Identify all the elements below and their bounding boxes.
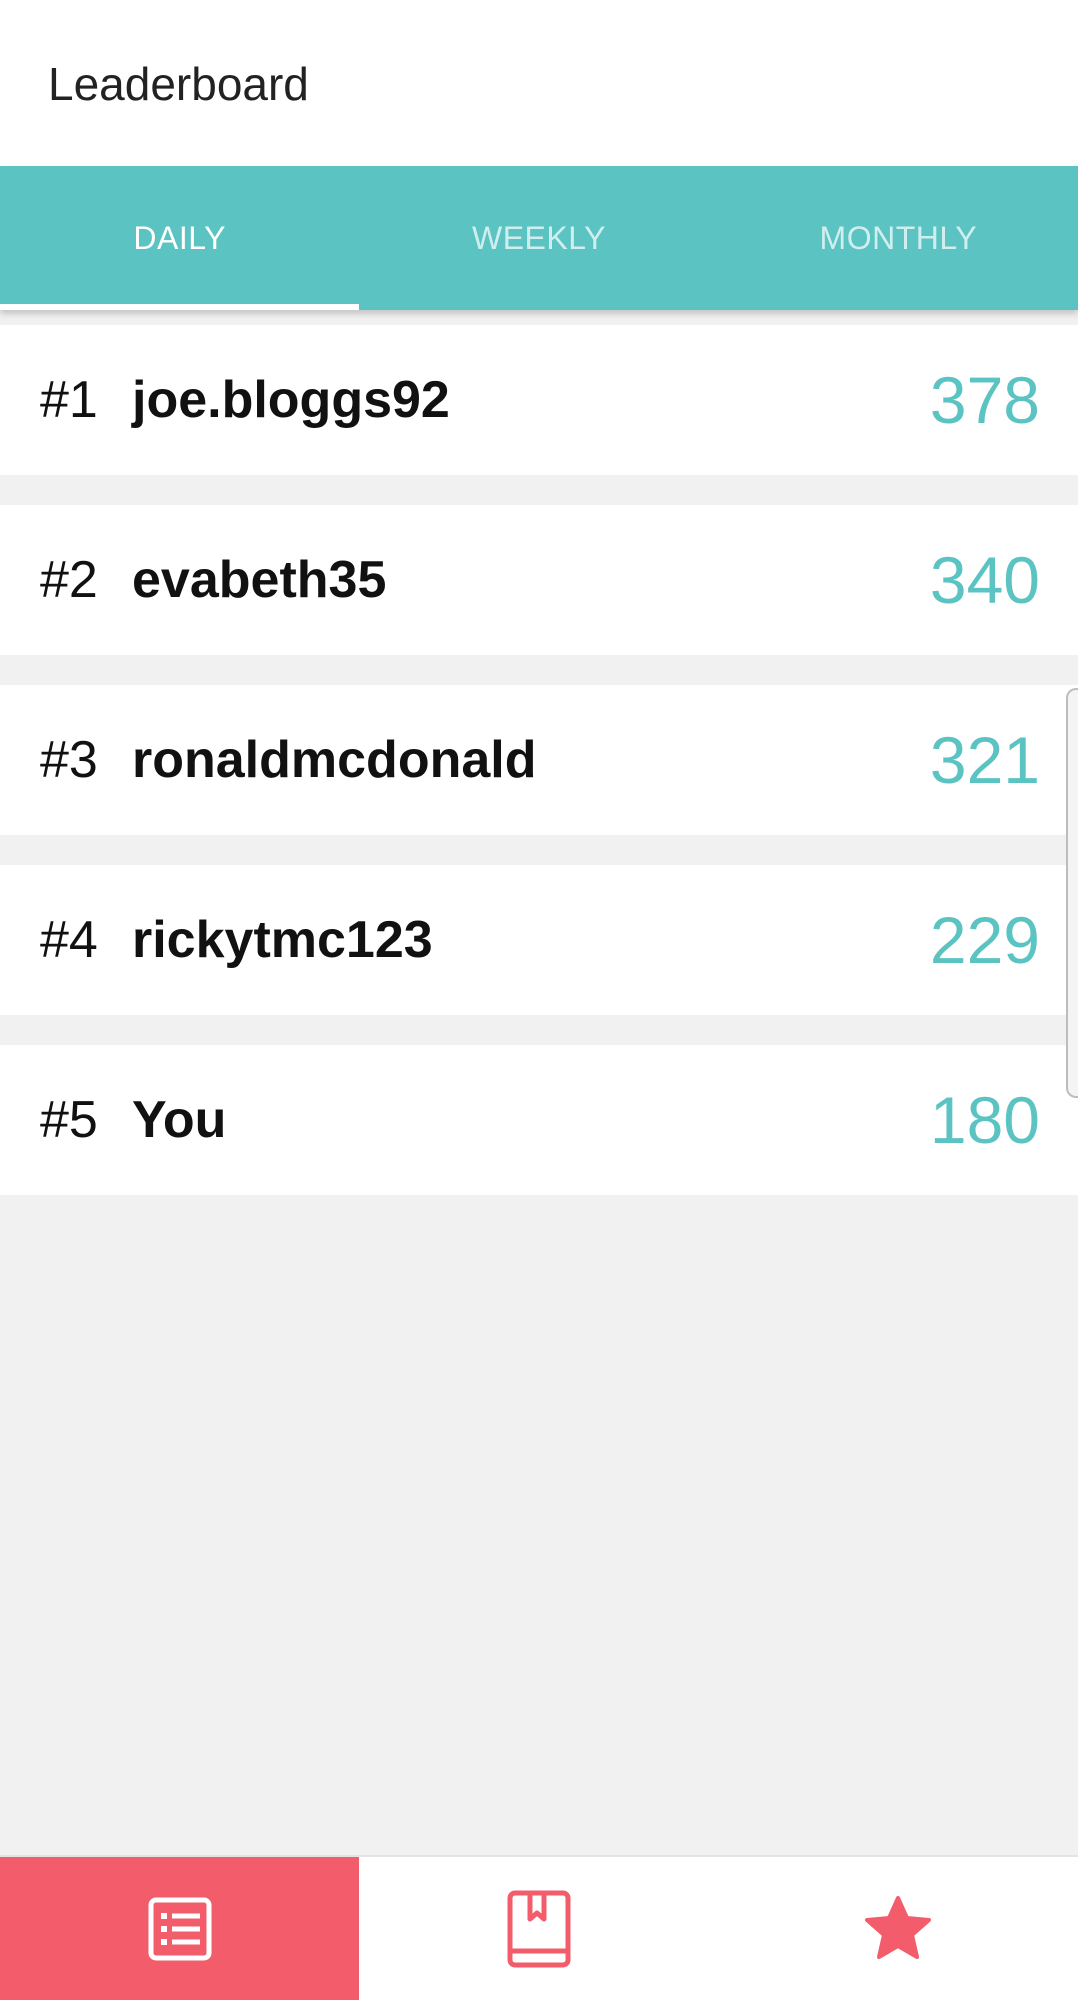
rank-label: #5 (40, 1091, 98, 1149)
tab-daily-label: DAILY (133, 219, 226, 256)
leaderboard-row-current-user[interactable]: #5 You 180 (0, 1045, 1078, 1195)
tab-monthly[interactable]: MONTHLY (719, 166, 1078, 310)
rank-label: #3 (40, 731, 98, 789)
leaderboard-row[interactable]: #3 ronaldmcdonald 321 (0, 685, 1078, 835)
username-label: rickytmc123 (132, 911, 433, 969)
username-label: You (132, 1091, 227, 1149)
page-title: Leaderboard (48, 58, 309, 110)
score-value: 180 (929, 1083, 1040, 1157)
score-value: 321 (929, 723, 1040, 797)
bottom-navigation (0, 1855, 1078, 2000)
tab-weekly-label: WEEKLY (471, 219, 606, 256)
score-value: 340 (929, 543, 1040, 617)
rank-label: #2 (40, 551, 98, 609)
tab-active-indicator (0, 304, 360, 310)
leaderboard-row[interactable]: #2 evabeth35 340 (0, 505, 1078, 655)
edge-panel-handle[interactable] (1066, 688, 1078, 1098)
period-tabs: DAILY WEEKLY MONTHLY (0, 166, 1078, 310)
score-value: 378 (929, 363, 1040, 437)
rank-label: #1 (40, 371, 98, 429)
nav-star-button[interactable] (719, 1857, 1078, 2000)
username-label: ronaldmcdonald (132, 731, 537, 789)
leaderboard-row[interactable]: #1 joe.bloggs92 378 (0, 325, 1078, 475)
app-bar: Leaderboard (0, 0, 1078, 166)
leaderboard-list: #1 joe.bloggs92 378 #2 evabeth35 340 #3 … (0, 325, 1078, 1225)
nav-book-button[interactable] (359, 1857, 718, 2000)
book-icon (507, 1890, 571, 1967)
leaderboard-row[interactable]: #4 rickytmc123 229 (0, 865, 1078, 1015)
tab-monthly-label: MONTHLY (819, 219, 978, 256)
score-value: 229 (929, 903, 1040, 977)
rank-label: #4 (40, 911, 98, 969)
username-label: joe.bloggs92 (132, 371, 450, 429)
list-icon (148, 1897, 212, 1960)
username-label: evabeth35 (132, 551, 387, 609)
star-icon (865, 1895, 932, 1959)
tab-weekly[interactable]: WEEKLY (359, 166, 718, 310)
tab-daily[interactable]: DAILY (0, 166, 360, 310)
nav-list-button[interactable] (0, 1857, 360, 2000)
